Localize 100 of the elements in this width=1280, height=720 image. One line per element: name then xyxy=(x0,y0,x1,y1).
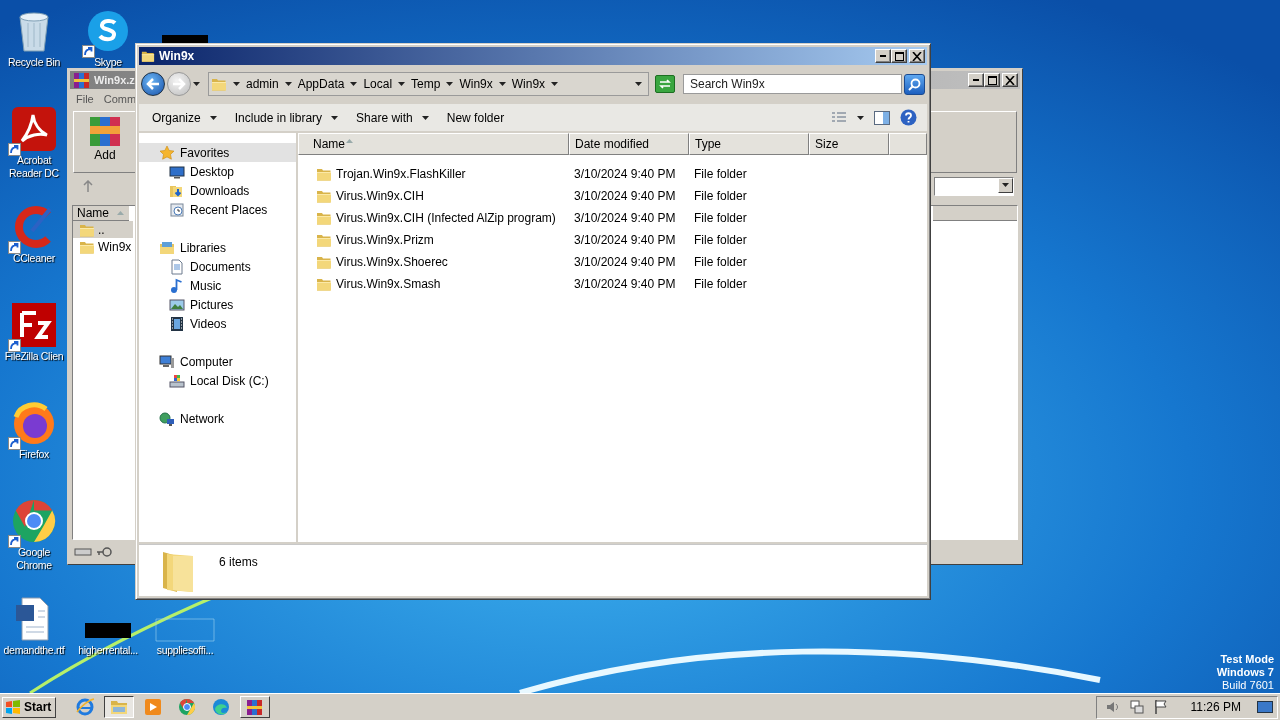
music-note-icon xyxy=(169,277,185,294)
minimize-button[interactable] xyxy=(875,49,891,63)
nav-item[interactable]: Recent Places xyxy=(139,200,296,219)
file-name[interactable]: Virus.Win9x.Smash xyxy=(336,277,441,291)
search-button[interactable] xyxy=(904,73,925,95)
back-button[interactable] xyxy=(141,72,165,96)
icon-label: FileZilla Clien xyxy=(4,350,64,363)
command-button[interactable]: Organize xyxy=(143,107,226,128)
breadcrumb-arrow-icon[interactable] xyxy=(398,82,406,86)
breadcrumb-arrow-icon[interactable] xyxy=(498,82,506,86)
network-icon xyxy=(159,410,175,427)
type-cell-text: File folder xyxy=(693,233,748,247)
breadcrumb-arrow-icon[interactable] xyxy=(551,82,559,86)
file-name[interactable]: Virus.Win9x.Shoerec xyxy=(336,255,448,269)
column-header[interactable]: Size xyxy=(809,133,889,155)
folder-icon xyxy=(211,76,227,92)
clock-time[interactable]: 11:26 PM xyxy=(1190,700,1241,714)
column-header[interactable]: Date modified xyxy=(569,133,689,155)
sort-arrow-icon xyxy=(117,211,124,215)
minimize-button[interactable] xyxy=(968,73,984,87)
drive-icon xyxy=(74,547,92,557)
window-title: Win9x.z xyxy=(94,74,135,86)
date-cell-text: 3/10/2024 9:40 PM xyxy=(573,277,677,291)
menu-item[interactable]: File xyxy=(76,93,94,105)
file-name[interactable]: Virus.Win9x.CIH (Infected AlZip program) xyxy=(336,211,556,225)
breadcrumb-item[interactable]: admin xyxy=(246,77,279,91)
maximize-button[interactable] xyxy=(891,49,907,63)
recent-places-icon xyxy=(169,201,185,218)
command-button[interactable]: Include in library xyxy=(225,107,348,128)
back-arrow-icon xyxy=(146,78,160,90)
film-icon xyxy=(169,315,185,332)
breadcrumb-item[interactable]: Win9x xyxy=(459,77,493,91)
command-button[interactable]: New folder xyxy=(437,107,514,128)
speaker-icon[interactable] xyxy=(1104,699,1121,715)
file-row[interactable]: .. xyxy=(73,221,133,238)
library-icon xyxy=(159,239,175,256)
caret-icon xyxy=(634,82,642,86)
browser-icon[interactable] xyxy=(75,697,96,717)
file-row[interactable]: Win9x xyxy=(73,238,133,255)
start-button[interactable]: Start xyxy=(2,696,57,718)
nav-item[interactable]: Downloads xyxy=(139,181,296,200)
command-button[interactable]: Share with xyxy=(347,107,438,128)
breadcrumb-item[interactable]: AppData xyxy=(297,77,345,91)
nav-item[interactable]: Favorites xyxy=(139,143,296,162)
preview-pane-icon[interactable] xyxy=(874,110,890,125)
column-header[interactable]: Type xyxy=(689,133,809,155)
caret-icon xyxy=(1002,183,1009,187)
shortcut-arrow-icon xyxy=(8,437,21,450)
show-desktop-icon[interactable] xyxy=(1257,700,1273,714)
address-bar[interactable]: admin AppData Local Temp Win9x Win9x xyxy=(208,72,649,96)
monitor-icon xyxy=(169,163,185,180)
system-notice-text: Windows 7 xyxy=(1216,666,1274,679)
picture-icon xyxy=(169,296,185,313)
maximize-button[interactable] xyxy=(984,73,1000,87)
file-name[interactable]: Virus.Win9x.CIH xyxy=(336,189,424,203)
nav-item[interactable]: Local Disk (C:) xyxy=(139,371,296,390)
breadcrumb-arrow-icon[interactable] xyxy=(233,82,240,86)
computer-icon xyxy=(159,353,175,370)
close-icon xyxy=(1005,75,1015,85)
sort-arrow-icon xyxy=(346,139,353,143)
nav-item[interactable]: Videos xyxy=(139,314,296,333)
menu-item[interactable]: Comm xyxy=(103,93,137,105)
nav-item[interactable]: Libraries xyxy=(139,238,296,257)
nav-item[interactable]: Music xyxy=(139,276,296,295)
shortcut-arrow-icon xyxy=(8,241,21,254)
add-button[interactable]: Add xyxy=(86,114,124,170)
refresh-button[interactable] xyxy=(655,75,675,93)
close-button[interactable] xyxy=(909,49,925,63)
shortcut-arrow-icon xyxy=(8,143,21,156)
nav-item[interactable]: Computer xyxy=(139,352,296,371)
item-count: 6 items xyxy=(219,555,258,569)
file-name[interactable]: Virus.Win9x.Prizm xyxy=(336,233,434,247)
breadcrumb-arrow-icon[interactable] xyxy=(350,82,358,86)
breadcrumb-item[interactable]: Local xyxy=(363,77,393,91)
breadcrumb-item[interactable]: Temp xyxy=(411,77,441,91)
nav-item[interactable]: Desktop xyxy=(139,162,296,181)
view-dropdown-icon[interactable] xyxy=(857,115,864,120)
browser-icon[interactable] xyxy=(177,697,198,717)
nav-item[interactable]: Pictures xyxy=(139,295,296,314)
search-field[interactable]: Search Win9x xyxy=(683,74,902,94)
date-cell-text: 3/10/2024 9:40 PM xyxy=(573,233,677,247)
folder-icon xyxy=(316,276,332,292)
history-dropdown-icon[interactable] xyxy=(193,82,200,86)
network-icon[interactable] xyxy=(1128,699,1145,715)
windows-logo-icon xyxy=(5,700,21,714)
flag-icon[interactable] xyxy=(1152,699,1169,715)
close-button[interactable] xyxy=(1002,73,1018,87)
nav-item[interactable]: Documents xyxy=(139,257,296,276)
type-cell-text: File folder xyxy=(693,255,748,269)
search-icon xyxy=(908,77,921,91)
breadcrumb-arrow-icon[interactable] xyxy=(284,82,292,86)
nav-item[interactable]: Network xyxy=(139,409,296,428)
path-field[interactable] xyxy=(934,176,1014,196)
breadcrumb-arrow-icon[interactable] xyxy=(446,82,454,86)
column-header[interactable]: Name xyxy=(73,206,129,221)
minimize-icon xyxy=(880,55,886,57)
column-header[interactable]: Name xyxy=(298,133,569,155)
file-name[interactable]: Trojan.Win9x.FlashKiller xyxy=(336,167,466,181)
help-icon[interactable] xyxy=(900,109,917,126)
breadcrumb-item[interactable]: Win9x xyxy=(511,77,546,91)
